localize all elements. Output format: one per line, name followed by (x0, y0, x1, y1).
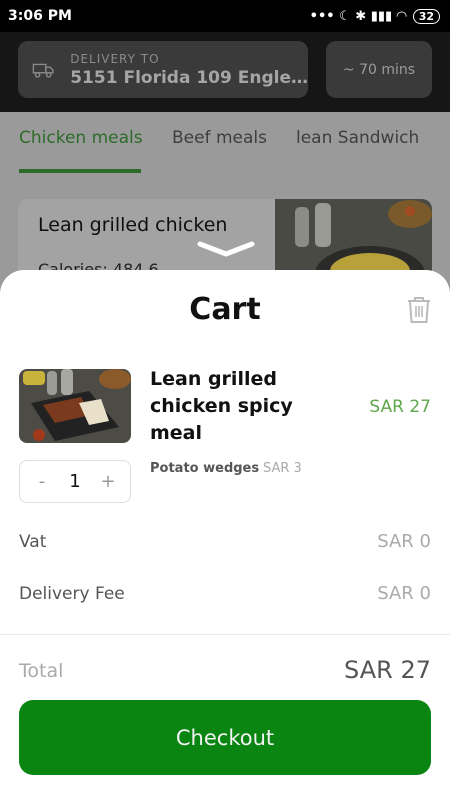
quantity-stepper: - 1 + (19, 460, 131, 503)
decrement-button[interactable]: - (34, 471, 50, 492)
increment-button[interactable]: + (100, 471, 116, 492)
category-tabs: Chicken meals Beef meals lean Sandwich (0, 112, 450, 174)
delivery-label: DELIVERY TO (70, 51, 160, 66)
header: DELIVERY TO 5151 Florida 109 Engle… ~ 70… (0, 32, 450, 112)
cart-sheet: Cart Lean grilled chicken spicy meal SAR… (0, 270, 450, 800)
checkout-button[interactable]: Checkout (19, 700, 431, 775)
addon-price: SAR 3 (263, 461, 302, 476)
cart-title: Cart (189, 292, 261, 327)
truck-icon (32, 63, 54, 78)
addon-name: Potato wedges (150, 461, 260, 476)
delivery-fee-value: SAR 0 (377, 583, 431, 604)
cart-item-price: SAR 27 (369, 397, 431, 417)
divider (0, 634, 450, 635)
active-tab-indicator (19, 169, 141, 173)
cart-item-image (19, 369, 131, 443)
status-bar: 3:06 PM ••• ☾ ✱ ▮▮▮ ◠ 32 (0, 0, 450, 32)
collapse-chevron-icon[interactable] (196, 240, 256, 258)
status-icons: ••• ☾ ✱ ▮▮▮ ◠ 32 (309, 8, 440, 24)
delivery-fee-label: Delivery Fee (19, 584, 125, 604)
total-label: Total (19, 660, 64, 682)
vat-value: SAR 0 (377, 531, 431, 552)
vat-label: Vat (19, 532, 47, 552)
delivery-text: DELIVERY TO 5151 Florida 109 Engle… (70, 52, 308, 88)
tab-lean-sandwich[interactable]: lean Sandwich (296, 128, 419, 148)
trash-icon[interactable] (406, 296, 432, 324)
meal-title: Lean grilled chicken (38, 214, 228, 236)
total-value: SAR 27 (344, 656, 431, 684)
signal-wifi-icons: ••• ☾ ✱ ▮▮▮ ◠ (309, 8, 407, 24)
delivery-address-button[interactable]: DELIVERY TO 5151 Florida 109 Engle… (18, 41, 308, 98)
quantity-value: 1 (69, 471, 81, 492)
status-time: 3:06 PM (8, 8, 72, 24)
eta-button[interactable]: ~ 70 mins (326, 41, 432, 98)
battery-icon: 32 (412, 8, 440, 24)
tab-beef-meals[interactable]: Beef meals (172, 128, 267, 148)
tab-chicken-meals[interactable]: Chicken meals (19, 128, 143, 148)
eta-label: ~ 70 mins (342, 61, 416, 78)
delivery-address: 5151 Florida 109 Engle… (70, 67, 308, 88)
cart-item-name: Lean grilled chicken spicy meal (150, 368, 293, 444)
